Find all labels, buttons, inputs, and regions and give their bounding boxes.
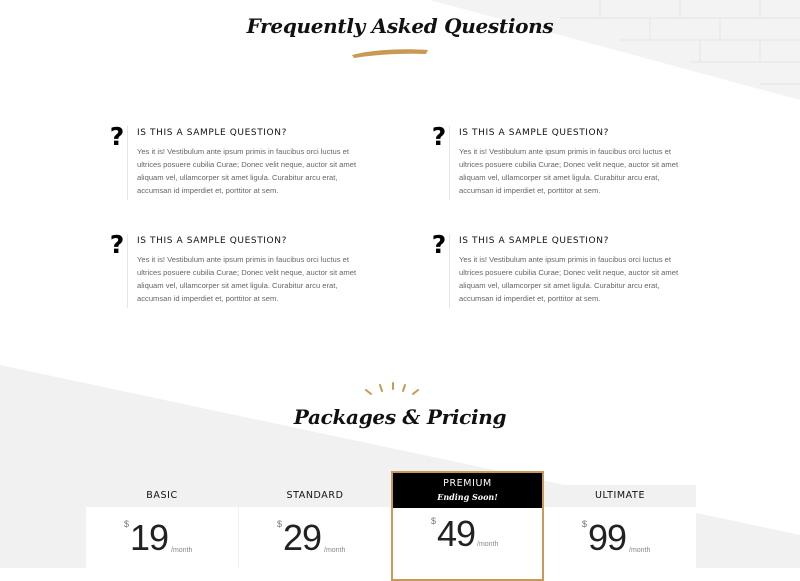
faq-question: IS THIS A SAMPLE QUESTION? bbox=[459, 128, 609, 138]
price-currency: $ bbox=[431, 516, 437, 526]
faq-answer: Yes it is! Vestibulum ante ipsum primis … bbox=[137, 255, 357, 303]
plan-price-box: $ 99 /month bbox=[544, 507, 696, 577]
price-period: /month bbox=[324, 547, 346, 554]
faq-answer: Yes it is! Vestibulum ante ipsum primis … bbox=[137, 147, 357, 195]
price-amount: 19 bbox=[130, 517, 169, 558]
price-amount: 99 bbox=[588, 517, 627, 558]
plan-name: STANDARD bbox=[286, 490, 344, 501]
faq-question: IS THIS A SAMPLE QUESTION? bbox=[137, 236, 287, 246]
price-amount: 29 bbox=[283, 517, 322, 558]
price-period: /month bbox=[477, 541, 499, 548]
plan-ultimate[interactable]: ULTIMATE $ 99 /month bbox=[544, 485, 696, 577]
plan-basic[interactable]: BASIC $ 19 /month bbox=[86, 485, 238, 577]
question-mark-icon: ? bbox=[431, 230, 447, 259]
price-amount: 49 bbox=[437, 513, 476, 554]
plan-price-box: $ 29 /month bbox=[239, 507, 391, 577]
price-period: /month bbox=[171, 547, 193, 554]
price-currency: $ bbox=[124, 519, 130, 529]
faq-answer: Yes it is! Vestibulum ante ipsum primis … bbox=[459, 147, 679, 195]
plan-name: PREMIUM bbox=[443, 478, 492, 489]
plan-name: ULTIMATE bbox=[594, 490, 646, 501]
ending-soon-badge: Ending Soon! bbox=[437, 492, 498, 502]
plan-standard[interactable]: STANDARD $ 29 /month bbox=[239, 485, 391, 577]
plan-name: BASIC bbox=[146, 490, 178, 501]
price-currency: $ bbox=[582, 519, 588, 529]
price-period: /month bbox=[629, 547, 651, 554]
premium-header: PREMIUM Ending Soon! bbox=[393, 473, 542, 508]
faq-section-title: Frequently Asked Questions bbox=[246, 14, 554, 38]
price-currency: $ bbox=[277, 519, 283, 529]
question-mark-icon: ? bbox=[109, 230, 125, 259]
question-mark-icon: ? bbox=[431, 122, 447, 151]
plan-price-box: $ 19 /month bbox=[86, 507, 238, 577]
question-mark-icon: ? bbox=[109, 122, 125, 151]
faq-answer: Yes it is! Vestibulum ante ipsum primis … bbox=[459, 255, 679, 303]
faq-question: IS THIS A SAMPLE QUESTION? bbox=[137, 128, 287, 138]
plan-premium[interactable]: PREMIUM Ending Soon! $ 49 /month bbox=[391, 471, 544, 581]
pricing-section-title: Packages & Pricing bbox=[293, 405, 507, 429]
faq-question: IS THIS A SAMPLE QUESTION? bbox=[459, 236, 609, 246]
